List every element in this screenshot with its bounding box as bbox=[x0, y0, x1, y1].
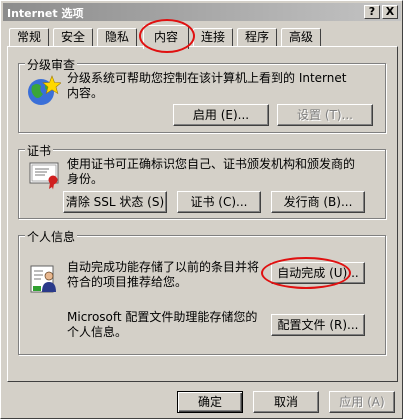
content-advisor-group: 分级审查 分级系统可帮助您控制在该计算机上看到的 Internet 内容。 启用… bbox=[18, 56, 386, 133]
window-title: Internet 选项 bbox=[7, 7, 84, 20]
certificates-button[interactable]: 证书 (C)... bbox=[177, 191, 261, 213]
personal-info-icon bbox=[30, 265, 56, 293]
help-button[interactable]: ? bbox=[364, 5, 380, 19]
personal-info-title: 个人信息 bbox=[25, 228, 78, 245]
content-advisor-icon bbox=[28, 75, 61, 105]
profile-button[interactable]: 配置文件 (R)... bbox=[271, 314, 365, 336]
autocomplete-desc-line2: 符合的项目推荐给您。 bbox=[67, 275, 188, 289]
tab-content[interactable]: 内容 bbox=[143, 25, 189, 49]
certificates-desc-line2: 身份。 bbox=[67, 172, 104, 186]
ok-button[interactable]: 确定 bbox=[177, 391, 243, 413]
profile-assistant-desc-line1: Microsoft 配置文件助理能存储您的 bbox=[67, 310, 258, 324]
internet-options-dialog: Internet 选项 ? X 常规 安全 隐私 内容 连接 程序 高级 分级审… bbox=[0, 0, 403, 419]
autocomplete-desc-line1: 自动完成功能存储了以前的条目并将 bbox=[67, 260, 260, 274]
autocomplete-button[interactable]: 自动完成 (U)... bbox=[271, 262, 365, 284]
close-button[interactable]: X bbox=[382, 5, 398, 19]
certificates-title: 证书 bbox=[25, 142, 54, 159]
certificates-desc-line1: 使用证书可正确标识您自己、证书颁发机构和颁发商的 bbox=[67, 157, 356, 171]
clear-ssl-state-button[interactable]: 清除 SSL 状态 (S) bbox=[63, 191, 167, 213]
tab-privacy[interactable]: 隐私 bbox=[97, 28, 137, 47]
certificate-icon bbox=[29, 162, 59, 190]
tab-security[interactable]: 安全 bbox=[53, 28, 93, 47]
enable-button[interactable]: 启用 (E)... bbox=[173, 104, 269, 126]
cancel-button[interactable]: 取消 bbox=[253, 391, 319, 413]
tab-advanced[interactable]: 高级 bbox=[281, 28, 321, 47]
tab-connections[interactable]: 连接 bbox=[193, 28, 233, 47]
content-advisor-desc-line2: 内容。 bbox=[67, 86, 104, 100]
title-bar[interactable]: Internet 选项 ? X bbox=[3, 3, 401, 21]
personal-info-group: 个人信息 自动完成功能存储了以前的条目并将 符合的项目推荐给您。 自动完成 (U… bbox=[18, 228, 386, 355]
certificates-group: 证书 使用证书可正确标识您自己、证书颁发机构和颁发商的 身份。 清除 SSL 状… bbox=[18, 142, 386, 219]
settings-button[interactable]: 设置 (T)... bbox=[277, 104, 373, 126]
content-advisor-desc-line1: 分级系统可帮助您控制在该计算机上看到的 Internet bbox=[67, 71, 347, 85]
tab-general[interactable]: 常规 bbox=[9, 28, 49, 47]
tab-programs[interactable]: 程序 bbox=[237, 28, 277, 47]
apply-button[interactable]: 应用 (A) bbox=[329, 391, 395, 413]
profile-assistant-desc-line2: 个人信息。 bbox=[67, 325, 128, 339]
publishers-button[interactable]: 发行商 (B)... bbox=[271, 191, 365, 213]
content-tab-panel: 分级审查 分级系统可帮助您控制在该计算机上看到的 Internet 内容。 启用… bbox=[7, 46, 398, 382]
